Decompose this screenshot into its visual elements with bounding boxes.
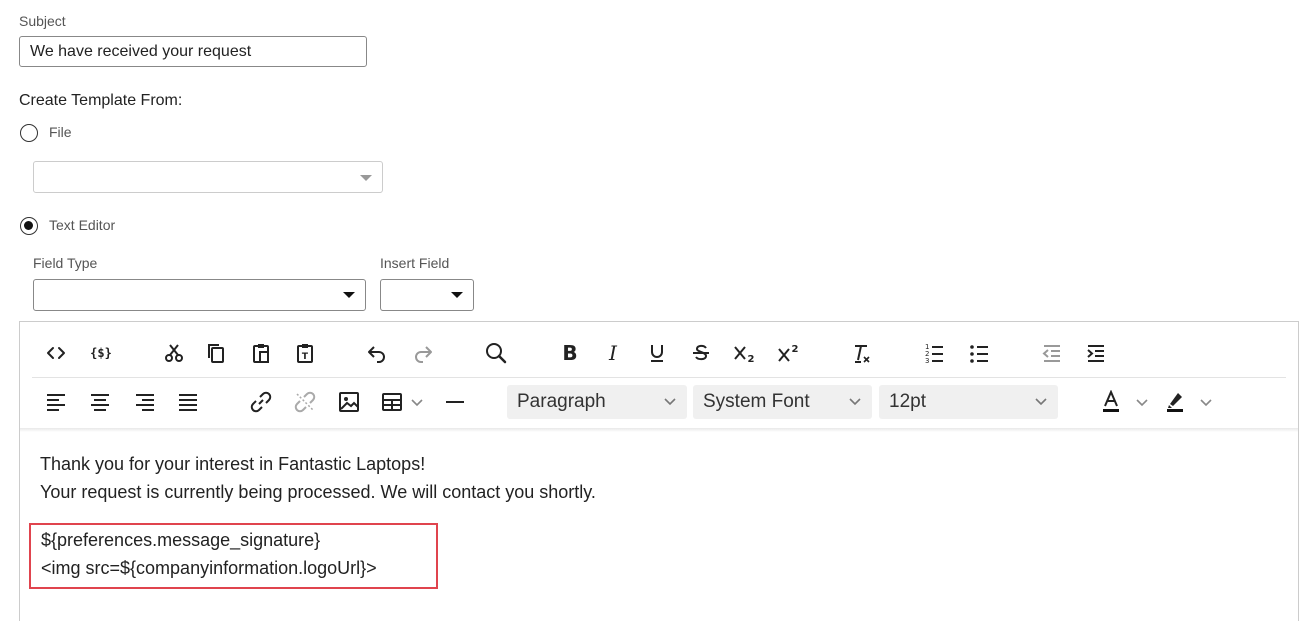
chevron-down-icon[interactable] xyxy=(1191,387,1221,417)
svg-text:I: I xyxy=(608,342,618,364)
file-radio-label: File xyxy=(49,124,72,140)
create-template-from-label: Create Template From: xyxy=(19,92,183,109)
outdent-icon[interactable] xyxy=(1037,338,1067,368)
underline-icon[interactable] xyxy=(642,338,672,368)
chevron-down-icon[interactable] xyxy=(1127,387,1157,417)
chevron-down-icon xyxy=(1034,385,1048,431)
horizontal-rule-icon[interactable] xyxy=(440,387,470,417)
chevron-down-icon xyxy=(451,292,463,298)
template-variable-icon[interactable]: {$} xyxy=(86,338,116,368)
chevron-down-icon xyxy=(848,385,862,431)
text-color-icon[interactable] xyxy=(1096,387,1126,417)
cut-icon[interactable] xyxy=(159,338,189,368)
editor-content[interactable]: Thank you for your interest in Fantastic… xyxy=(40,450,596,506)
font-family-select[interactable]: System Font xyxy=(693,385,872,419)
insert-field-select[interactable] xyxy=(380,279,474,311)
source-code-icon[interactable] xyxy=(41,338,71,368)
svg-text:T: T xyxy=(302,352,309,362)
align-right-icon[interactable] xyxy=(130,387,160,417)
justify-icon[interactable] xyxy=(173,387,203,417)
font-size-value: 12pt xyxy=(889,391,926,412)
content-line-2: Your request is currently being processe… xyxy=(40,482,596,502)
chevron-down-icon[interactable] xyxy=(402,387,432,417)
paste-as-text-icon[interactable]: T xyxy=(290,338,320,368)
toolbar-row-2: Paragraph System Font 12pt xyxy=(20,378,1298,428)
italic-icon[interactable]: I xyxy=(598,338,628,368)
chevron-down-icon xyxy=(360,175,372,181)
subject-label: Subject xyxy=(19,13,66,29)
copy-icon[interactable] xyxy=(201,338,231,368)
superscript-icon[interactable]: 2 xyxy=(773,338,803,368)
toolbar-shadow xyxy=(20,428,1298,432)
align-left-icon[interactable] xyxy=(41,387,71,417)
block-format-select[interactable]: Paragraph xyxy=(507,385,687,419)
highlight-color-icon[interactable] xyxy=(1160,387,1190,417)
strikethrough-icon[interactable] xyxy=(686,338,716,368)
subject-input[interactable]: We have received your request xyxy=(19,36,367,67)
svg-text:2: 2 xyxy=(748,354,755,364)
text-editor-radio-label: Text Editor xyxy=(49,217,116,233)
field-type-label: Field Type xyxy=(33,255,98,271)
chevron-down-icon xyxy=(663,385,677,431)
unlink-icon[interactable] xyxy=(290,387,320,417)
redo-icon[interactable] xyxy=(408,338,438,368)
clear-formatting-icon[interactable] xyxy=(846,338,876,368)
block-format-value: Paragraph xyxy=(517,391,606,412)
numbered-list-icon[interactable]: 123 xyxy=(919,338,949,368)
svg-text:2: 2 xyxy=(792,344,799,355)
undo-icon[interactable] xyxy=(362,338,392,368)
content-line-1: Thank you for your interest in Fantastic… xyxy=(40,454,426,474)
subscript-icon[interactable]: 2 xyxy=(729,338,759,368)
file-select[interactable] xyxy=(33,161,383,193)
bold-icon[interactable]: B xyxy=(555,338,585,368)
text-editor-radio[interactable] xyxy=(20,217,38,235)
bullet-list-icon[interactable] xyxy=(964,338,994,368)
paste-icon[interactable] xyxy=(246,338,276,368)
image-icon[interactable] xyxy=(334,387,364,417)
align-center-icon[interactable] xyxy=(85,387,115,417)
svg-text:B: B xyxy=(562,342,577,364)
signature-line-1: ${preferences.message_signature} xyxy=(41,530,321,550)
font-family-value: System Font xyxy=(703,391,810,412)
insert-field-label: Insert Field xyxy=(380,255,450,271)
find-replace-icon[interactable] xyxy=(481,338,511,368)
file-radio[interactable] xyxy=(20,124,38,142)
svg-text:3: 3 xyxy=(925,357,929,364)
signature-line-2: <img src=${companyinformation.logoUrl}> xyxy=(41,558,377,578)
link-icon[interactable] xyxy=(246,387,276,417)
toolbar-row-1: {$} T B I 2 2 1 2 3 xyxy=(20,327,1298,377)
chevron-down-icon xyxy=(343,292,355,298)
signature-block[interactable]: ${preferences.message_signature} <img sr… xyxy=(41,526,377,582)
indent-icon[interactable] xyxy=(1081,338,1111,368)
font-size-select[interactable]: 12pt xyxy=(879,385,1058,419)
svg-text:{$}: {$} xyxy=(90,346,112,360)
field-type-select[interactable] xyxy=(33,279,366,311)
